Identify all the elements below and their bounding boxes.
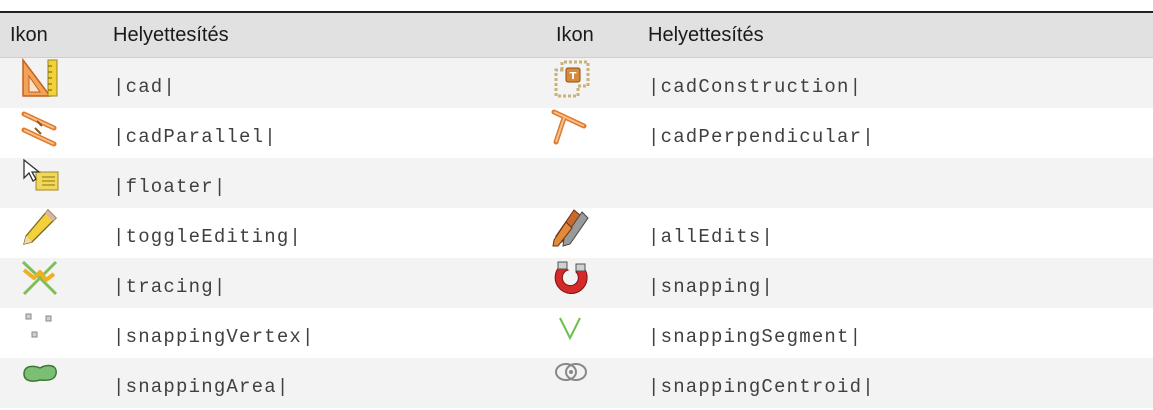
snapping-area-icon [23,364,57,382]
header-substitution-left: Helyettesítés [103,11,546,58]
cad-parallel-icon [21,111,57,147]
snapping-centroid-icon [555,363,587,381]
table-row: |cadParallel| |cadPerpendicular| [0,108,1153,158]
snapping-icon [554,261,588,294]
svg-text:T: T [570,71,577,82]
substitution-floater: |floater| [113,176,227,198]
substitution-empty [638,158,1153,208]
header-substitution-right: Helyettesítés [638,11,1153,58]
substitution-all-edits: |allEdits| [648,226,775,248]
substitution-cad-perpendicular: |cadPerpendicular| [648,126,875,148]
table-row: |toggleEditing| |allEdits| [0,208,1153,258]
floater-icon [23,158,59,191]
all-edits-icon [552,209,589,247]
table-row: |cad| T |cadConstruction| [0,57,1153,108]
snapping-segment-icon [559,317,581,341]
table-row: |floater| [0,158,1153,208]
substitution-snapping-vertex: |snappingVertex| [113,326,315,348]
cad-construction-icon: T [554,60,590,98]
substitution-tracing: |tracing| [113,276,227,298]
substitution-snapping-centroid: |snappingCentroid| [648,376,875,398]
substitution-cad-construction: |cadConstruction| [648,76,863,98]
table-row: |tracing| |snapping| [0,258,1153,308]
table-row: |snappingArea| |snappingCentroid| [0,358,1153,408]
tracing-icon [21,260,58,296]
substitution-snapping-area: |snappingArea| [113,376,290,398]
header-icon-right: Ikon [546,11,638,58]
substitution-snapping: |snapping| [648,276,775,298]
table-header-row: Ikon Helyettesítés Ikon Helyettesítés [0,11,1153,58]
substitution-toggle-editing: |toggleEditing| [113,226,303,248]
header-icon-left: Ikon [0,11,103,58]
substitution-snapping-segment: |snappingSegment| [648,326,863,348]
substitution-cad-parallel: |cadParallel| [113,126,277,148]
toggle-editing-icon [23,209,57,245]
table-row: |snappingVertex| |snappingSegment| [0,308,1153,358]
substitution-table: Ikon Helyettesítés Ikon Helyettesítés |c… [0,11,1153,408]
cad-perpendicular-icon [551,109,587,145]
cad-icon [22,58,58,97]
snapping-vertex-icon [25,313,52,338]
substitution-cad: |cad| [113,76,177,98]
